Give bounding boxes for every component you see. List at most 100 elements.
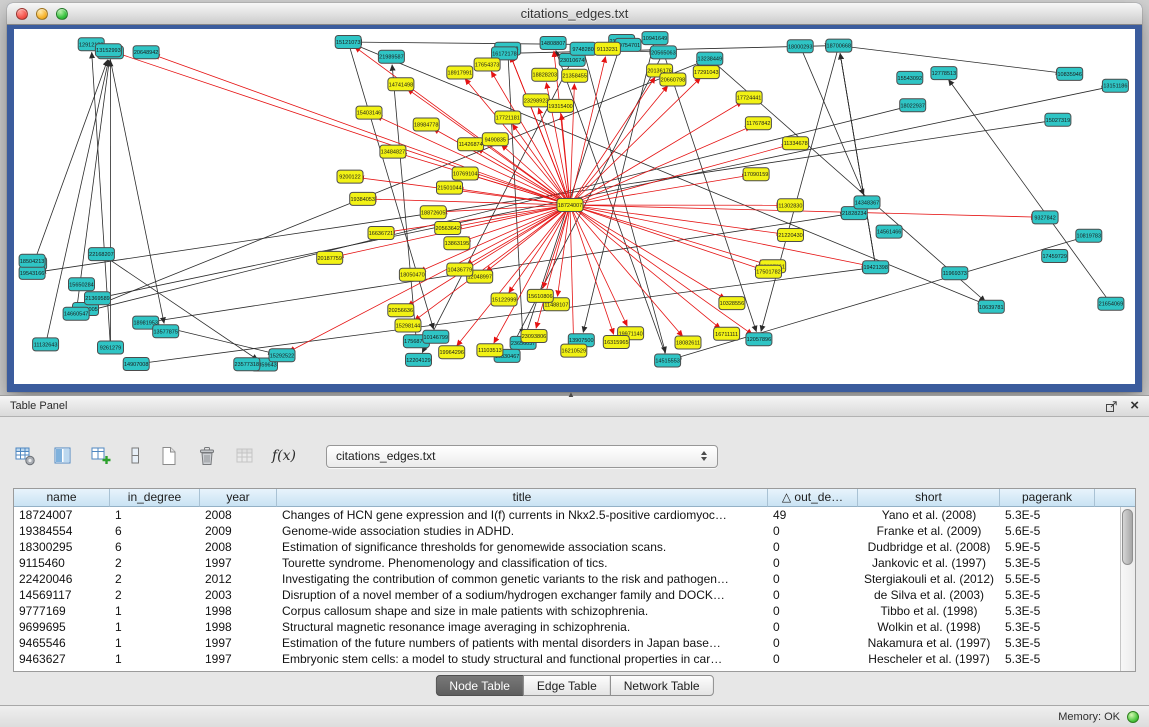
- graph-node[interactable]: 11767842: [745, 117, 771, 130]
- table-row[interactable]: 946554611997Estimation of the future num…: [14, 635, 1120, 651]
- float-panel-icon[interactable]: [1105, 400, 1118, 413]
- graph-node[interactable]: 20660798: [660, 73, 686, 86]
- graph-node[interactable]: 18022937: [900, 99, 926, 112]
- graph-node[interactable]: 10436779: [447, 263, 473, 276]
- graph-node[interactable]: 11426874: [458, 138, 484, 151]
- graph-node[interactable]: 11302830: [777, 199, 803, 212]
- graph-node[interactable]: 19421398: [863, 261, 889, 274]
- graph-node[interactable]: 11969373: [942, 267, 968, 280]
- graph-node[interactable]: 13577875: [153, 325, 179, 338]
- show-columns-icon[interactable]: [52, 443, 74, 469]
- graph-node[interactable]: 18700668: [826, 39, 852, 52]
- graph-node[interactable]: 18984778: [413, 118, 439, 131]
- column-header-title[interactable]: title: [277, 489, 768, 507]
- column-header-short[interactable]: short: [858, 489, 1000, 507]
- graph-node[interactable]: 14515553: [655, 354, 681, 367]
- graph-node[interactable]: 17459729: [1042, 250, 1068, 263]
- graph-node[interactable]: 10819783: [1076, 229, 1102, 242]
- graph-node[interactable]: 23577318: [234, 358, 260, 371]
- table-row[interactable]: 1456911722003Disruption of a novel membe…: [14, 587, 1120, 603]
- graph-node[interactable]: 10146799: [423, 330, 449, 343]
- tab-network-table[interactable]: Network Table: [610, 675, 714, 696]
- graph-edge[interactable]: [108, 50, 164, 323]
- graph-node[interactable]: 15403146: [356, 106, 382, 119]
- graph-edge[interactable]: [389, 205, 570, 232]
- graph-node[interactable]: 17090159: [743, 168, 769, 181]
- tab-edge-table[interactable]: Edge Table: [523, 675, 611, 696]
- graph-node[interactable]: 17721181: [495, 111, 521, 124]
- graph-node[interactable]: 17291043: [693, 66, 719, 79]
- table-row[interactable]: 946362711997Embryonic stem cells: a mode…: [14, 651, 1120, 667]
- graph-node[interactable]: 13863195: [444, 237, 470, 250]
- graph-node[interactable]: 17724441: [736, 91, 762, 104]
- graph-node[interactable]: 10835946: [1057, 67, 1083, 80]
- table-row[interactable]: 911546021997Tourette syndrome. Phenomeno…: [14, 555, 1120, 571]
- graph-node[interactable]: 16210529: [561, 344, 587, 357]
- new-file-icon[interactable]: [158, 443, 180, 469]
- graph-edge[interactable]: [570, 205, 765, 264]
- graph-edge[interactable]: [76, 62, 702, 314]
- graph-node[interactable]: 17501782: [756, 265, 782, 278]
- graph-node[interactable]: 13152993: [95, 44, 121, 57]
- table-row[interactable]: 1938455462009Genome-wide association stu…: [14, 523, 1120, 539]
- network-graph[interactable]: 9618598913895623010674219848972064894218…: [14, 29, 1135, 384]
- graph-edge[interactable]: [570, 205, 720, 329]
- close-panel-icon[interactable]: ×: [1130, 400, 1139, 412]
- graph-node[interactable]: 9748280: [570, 42, 596, 55]
- graph-edge[interactable]: [76, 60, 109, 313]
- column-header-name[interactable]: name: [14, 489, 110, 507]
- graph-node[interactable]: 15027319: [1045, 113, 1071, 126]
- graph-node[interactable]: 15543092: [897, 71, 923, 84]
- graph-node[interactable]: 9327842: [1032, 211, 1058, 224]
- graph-node[interactable]: 14561466: [876, 225, 902, 238]
- splitter-handle[interactable]: ▲: [567, 390, 575, 399]
- table-row[interactable]: 977716911998Corpus callosum shape and si…: [14, 603, 1120, 619]
- graph-node[interactable]: 10328556: [719, 297, 745, 310]
- table-row[interactable]: 969969511998Structural magnetic resonanc…: [14, 619, 1120, 635]
- function-builder-icon[interactable]: f(x): [272, 443, 296, 469]
- graph-node[interactable]: 17654373: [474, 58, 500, 71]
- graph-edge[interactable]: [570, 205, 761, 269]
- column-header-out_de[interactable]: △ out_de…: [768, 489, 858, 507]
- graph-node[interactable]: 21654069: [1098, 297, 1124, 310]
- graph-edge[interactable]: [376, 116, 570, 205]
- graph-node[interactable]: 20565063: [650, 46, 676, 59]
- graph-edge[interactable]: [840, 53, 876, 267]
- graph-node[interactable]: 20563642: [435, 222, 461, 235]
- graph-node[interactable]: 12057896: [746, 333, 772, 346]
- graph-node[interactable]: 18000293: [787, 40, 813, 53]
- graph-node[interactable]: 15650284: [69, 278, 95, 291]
- graph-node[interactable]: 15122999: [491, 293, 517, 306]
- graph-node[interactable]: 21989587: [378, 50, 404, 63]
- graph-node[interactable]: 19315400: [548, 99, 574, 112]
- graph-node[interactable]: 15121073: [335, 36, 361, 49]
- graph-node[interactable]: 15292522: [269, 349, 295, 362]
- graph-node[interactable]: 11334678: [783, 137, 809, 150]
- graph-node[interactable]: 19964296: [439, 346, 465, 359]
- graph-edge[interactable]: [570, 205, 627, 326]
- table-scrollbar[interactable]: [1120, 507, 1135, 671]
- graph-node[interactable]: 13484827: [380, 145, 406, 158]
- table-row[interactable]: 1872400712008Changes of HCN gene express…: [14, 507, 1120, 523]
- graph-node[interactable]: 15610806: [527, 289, 553, 302]
- graph-node[interactable]: 14907008: [123, 358, 149, 371]
- graph-node[interactable]: 18872605: [420, 206, 446, 219]
- graph-node[interactable]: 18724007: [557, 199, 583, 212]
- graph-edge[interactable]: [583, 38, 655, 332]
- graph-node[interactable]: 16315965: [603, 336, 629, 349]
- graph-node[interactable]: 15298144: [395, 319, 421, 332]
- graph-node[interactable]: 12778513: [931, 67, 957, 80]
- graph-node[interactable]: 21220430: [778, 229, 804, 242]
- graph-node[interactable]: 18050470: [399, 268, 425, 281]
- graph-node[interactable]: 18504213: [19, 254, 45, 267]
- graph-node[interactable]: 16636721: [368, 227, 394, 240]
- graph-node[interactable]: 18828203: [532, 68, 558, 81]
- column-header-in_degree[interactable]: in_degree: [110, 489, 200, 507]
- graph-edge[interactable]: [570, 205, 752, 335]
- table-mode-icon[interactable]: [14, 443, 36, 469]
- tab-node-table[interactable]: Node Table: [435, 675, 524, 696]
- graph-node[interactable]: 9200122: [337, 170, 363, 183]
- graph-node[interactable]: 20256636: [388, 304, 414, 317]
- graph-node[interactable]: 9261279: [98, 341, 124, 354]
- graph-node[interactable]: 23298923: [523, 94, 549, 107]
